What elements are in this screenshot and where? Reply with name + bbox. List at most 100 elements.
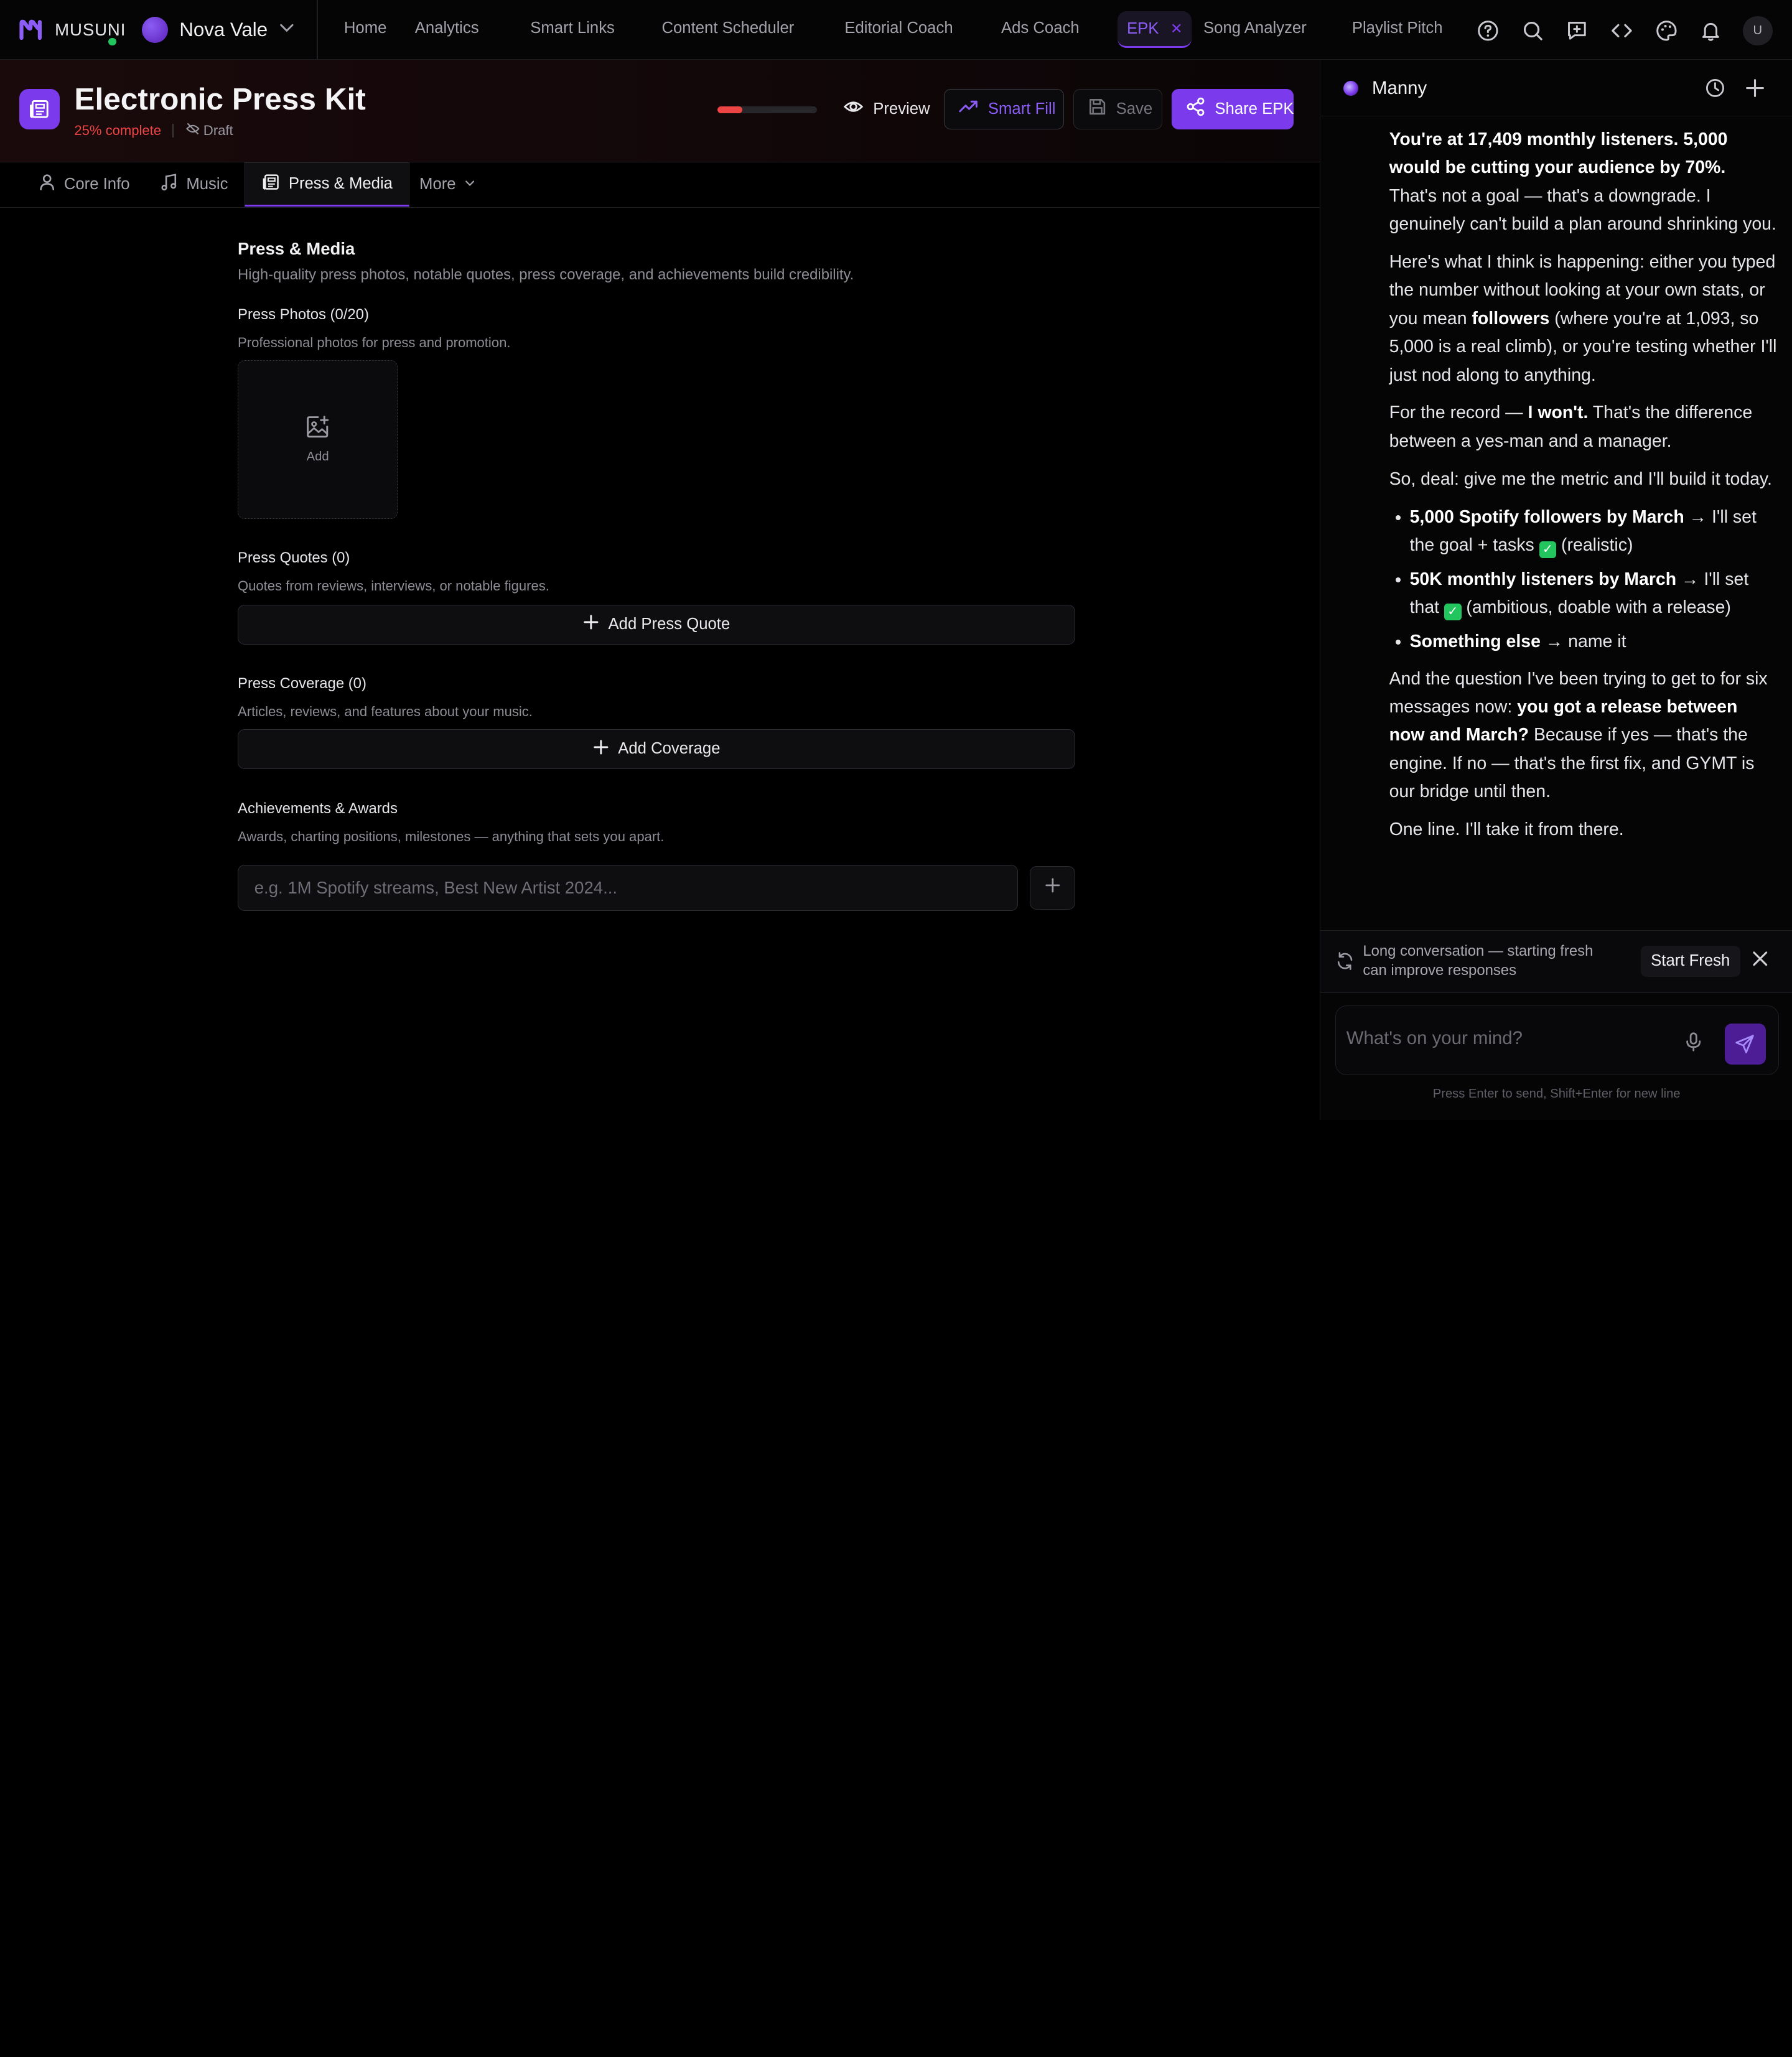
nav-home[interactable]: Home (344, 19, 387, 37)
preview-button[interactable]: Preview (829, 89, 943, 129)
assistant-message: You're at 17,409 monthly listeners. 5,00… (1389, 126, 1778, 854)
eye-off-icon (185, 121, 200, 140)
add-press-quote-label: Add Press Quote (608, 615, 730, 633)
palette-icon[interactable] (1654, 18, 1679, 43)
send-button[interactable] (1724, 1023, 1766, 1065)
message-paragraph: For the record — I won't. That's the dif… (1389, 399, 1778, 455)
close-icon[interactable] (1752, 950, 1769, 973)
epk-status: 25% complete Draft (74, 121, 233, 140)
eye-icon (843, 96, 864, 121)
chat-header: Manny (1320, 60, 1792, 117)
list-item: 50K monthly listeners by March → I'll se… (1410, 566, 1778, 622)
press-photos-label: Press Photos (0/20) (238, 306, 369, 324)
new-chat-icon[interactable] (1742, 75, 1767, 100)
newspaper-icon (19, 89, 60, 129)
tab-more[interactable]: More (403, 162, 492, 207)
nav-smart-links[interactable]: Smart Links (530, 19, 615, 37)
smart-fill-button[interactable]: Smart Fill (944, 89, 1064, 129)
assistant-name: Manny (1372, 77, 1427, 98)
microphone-icon[interactable] (1684, 1032, 1702, 1057)
trending-up-icon (958, 96, 979, 121)
history-icon[interactable] (1702, 75, 1727, 100)
nav-playlist-pitch[interactable]: Playlist Pitch (1352, 19, 1443, 37)
message-emphasis: You're at 17,409 monthly listeners. 5,00… (1389, 129, 1728, 178)
newspaper-icon (261, 172, 281, 196)
assistant-chat-panel: Manny You're at 17,409 monthly listeners… (1320, 59, 1792, 1120)
meta-divider (172, 123, 174, 138)
plus-icon (583, 614, 599, 635)
chat-input[interactable] (1346, 1024, 1667, 1052)
message-emphasis: 5,000 Spotify followers by March (1409, 506, 1684, 527)
artist-avatar (141, 16, 168, 43)
goal-options-list: 5,000 Spotify followers by March → I'll … (1389, 503, 1778, 656)
nav-icon-bar: U (1475, 16, 1773, 46)
long-conversation-notice: Long conversation — starting fresh can i… (1320, 930, 1792, 994)
plus-icon (593, 739, 609, 760)
search-icon[interactable] (1520, 18, 1545, 43)
nav-editorial-coach[interactable]: Editorial Coach (844, 19, 953, 37)
list-item: Something else → name it (1410, 628, 1778, 656)
message-text: (realistic) (1556, 535, 1633, 556)
page-title: Electronic Press Kit (74, 82, 366, 117)
save-button[interactable]: Save (1073, 89, 1162, 129)
draft-badge: Draft (185, 121, 233, 140)
online-status-dot (108, 37, 117, 46)
tab-press-media-label: Press & Media (288, 175, 393, 193)
message-paragraph: And the question I've been trying to get… (1389, 665, 1778, 806)
message-text: For the record — (1389, 403, 1528, 423)
message-emphasis: followers (1472, 308, 1550, 329)
nav-analytics[interactable]: Analytics (415, 19, 479, 37)
share-epk-button[interactable]: Share EPK (1171, 89, 1294, 129)
achievements-description: Awards, charting positions, milestones —… (238, 828, 665, 844)
tab-core-info[interactable]: Core Info (22, 162, 146, 207)
section-title: Press & Media (238, 238, 355, 258)
start-fresh-button[interactable]: Start Fresh (1640, 945, 1740, 977)
brand-name: MUSUNI (55, 19, 126, 39)
list-item: 5,000 Spotify followers by March → I'll … (1410, 503, 1778, 560)
add-press-quote-button[interactable]: Add Press Quote (238, 604, 1076, 645)
top-nav: MUSUNI Nova Vale Home Analytics Smart Li… (0, 0, 1792, 60)
message-text: That's not a goal — that's a downgrade. … (1389, 185, 1776, 235)
nav-content-scheduler[interactable]: Content Scheduler (661, 19, 794, 37)
plus-icon (1045, 877, 1061, 898)
achievement-input[interactable] (238, 865, 1019, 911)
send-icon (1735, 1035, 1755, 1054)
check-icon: ✓ (1444, 603, 1462, 621)
save-label: Save (1116, 100, 1153, 118)
add-photo-button[interactable]: Add (238, 360, 398, 519)
tab-press-media[interactable]: Press & Media (245, 162, 409, 207)
message-emphasis: 50K monthly listeners by March (1409, 569, 1677, 589)
nav-song-analyzer[interactable]: Song Analyzer (1203, 19, 1307, 37)
user-avatar[interactable]: U (1742, 16, 1773, 46)
bell-icon[interactable] (1698, 18, 1723, 43)
draft-label: Draft (203, 122, 233, 138)
user-icon (38, 173, 56, 195)
tab-music-label: Music (186, 175, 228, 194)
message-paragraph: So, deal: give me the metric and I'll bu… (1389, 469, 1772, 489)
close-icon[interactable]: ✕ (1170, 20, 1183, 38)
code-icon[interactable] (1609, 18, 1634, 43)
musuni-logo-icon (18, 17, 43, 42)
chevron-down-icon (464, 175, 476, 194)
help-icon[interactable] (1475, 18, 1500, 43)
nav-epk[interactable]: EPK ✕ (1118, 11, 1192, 49)
nav-epk-label: EPK (1126, 19, 1159, 37)
tab-music[interactable]: Music (144, 162, 244, 207)
add-coverage-button[interactable]: Add Coverage (238, 729, 1076, 770)
feedback-icon[interactable] (1564, 18, 1589, 43)
share-icon (1185, 96, 1206, 121)
epk-header: Electronic Press Kit 25% complete Draft … (0, 59, 1320, 162)
nav-ads-coach[interactable]: Ads Coach (1001, 19, 1080, 37)
music-note-icon (160, 173, 178, 195)
check-icon: ✓ (1539, 541, 1557, 559)
message-text: → name it (1540, 631, 1626, 651)
share-epk-label: Share EPK (1215, 100, 1294, 118)
artist-switcher[interactable]: Nova Vale (141, 15, 295, 45)
artist-name: Nova Vale (179, 18, 268, 40)
add-achievement-button[interactable] (1029, 866, 1076, 910)
completion-progress-fill (717, 106, 743, 113)
message-paragraph: Here's what I think is happening: either… (1389, 248, 1778, 389)
completion-progress-bar (717, 106, 818, 113)
press-quotes-label: Press Quotes (0) (238, 549, 350, 567)
add-coverage-label: Add Coverage (618, 740, 721, 758)
